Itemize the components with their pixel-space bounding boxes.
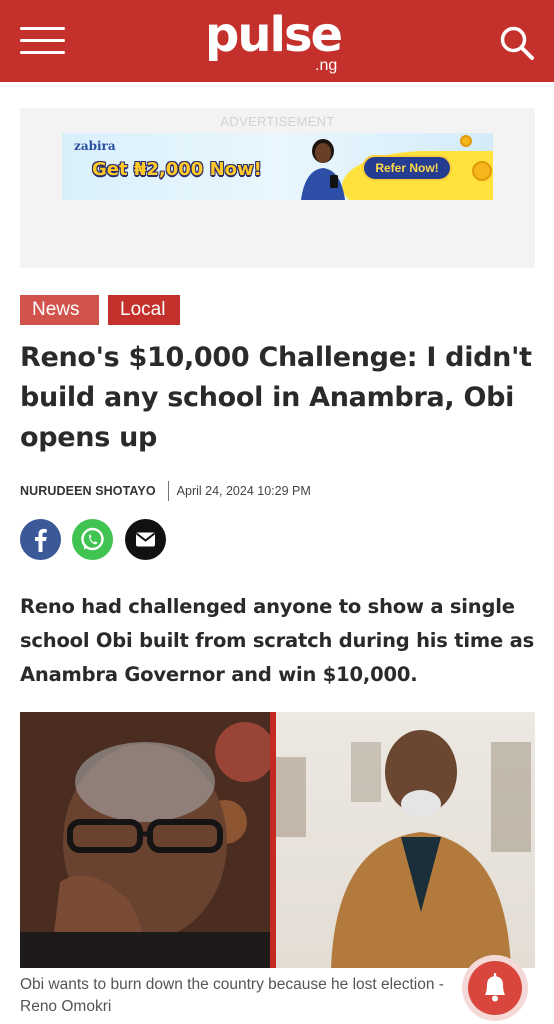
publish-date: April 24, 2024 10:29 PM: [176, 484, 311, 498]
mail-icon[interactable]: [125, 519, 166, 560]
ad-person-illustration: [301, 139, 345, 200]
ad-cta-button[interactable]: Refer Now!: [362, 155, 452, 181]
ad-headline: Get ₦2,000 Now!: [92, 159, 262, 180]
byline-divider: [167, 481, 169, 501]
ad-banner[interactable]: zabira Get ₦2,000 Now! Refer Now!: [62, 133, 493, 200]
hero-photo-left: [20, 712, 275, 968]
hero-photo-right: [276, 712, 535, 968]
bell-icon[interactable]: [468, 961, 522, 1015]
hamburger-icon[interactable]: [20, 27, 65, 55]
byline: NURUDEEN SHOTAYO April 24, 2024 10:29 PM: [20, 480, 311, 502]
author-name[interactable]: NURUDEEN SHOTAYO: [20, 484, 156, 498]
logo-word: pulse: [205, 7, 343, 63]
logo-tld: .ng: [315, 57, 338, 74]
top-header: pulse .ng: [0, 0, 554, 82]
notification-button[interactable]: [462, 955, 528, 1021]
pulse-logo[interactable]: pulse .ng: [205, 10, 355, 76]
tag-local[interactable]: Local: [108, 295, 180, 325]
image-caption: Obi wants to burn down the country becau…: [20, 976, 444, 1015]
article-hero-image[interactable]: [20, 712, 535, 968]
whatsapp-icon[interactable]: [72, 519, 113, 560]
ad-label: ADVERTISEMENT: [220, 114, 335, 129]
advertisement: ADVERTISEMENT zabira Get ₦2,000 Now! Ref…: [20, 108, 535, 268]
ad-coin-icon: [472, 161, 492, 181]
facebook-icon[interactable]: [20, 519, 61, 560]
ad-brand: zabira: [74, 139, 116, 153]
article-headline: Reno's $10,000 Challenge: I didn't build…: [20, 342, 532, 453]
search-icon[interactable]: [498, 24, 536, 62]
ad-coin-icon: [460, 135, 472, 147]
article-summary: Reno had challenged anyone to show a sin…: [20, 595, 534, 686]
tag-news[interactable]: News: [20, 295, 99, 325]
